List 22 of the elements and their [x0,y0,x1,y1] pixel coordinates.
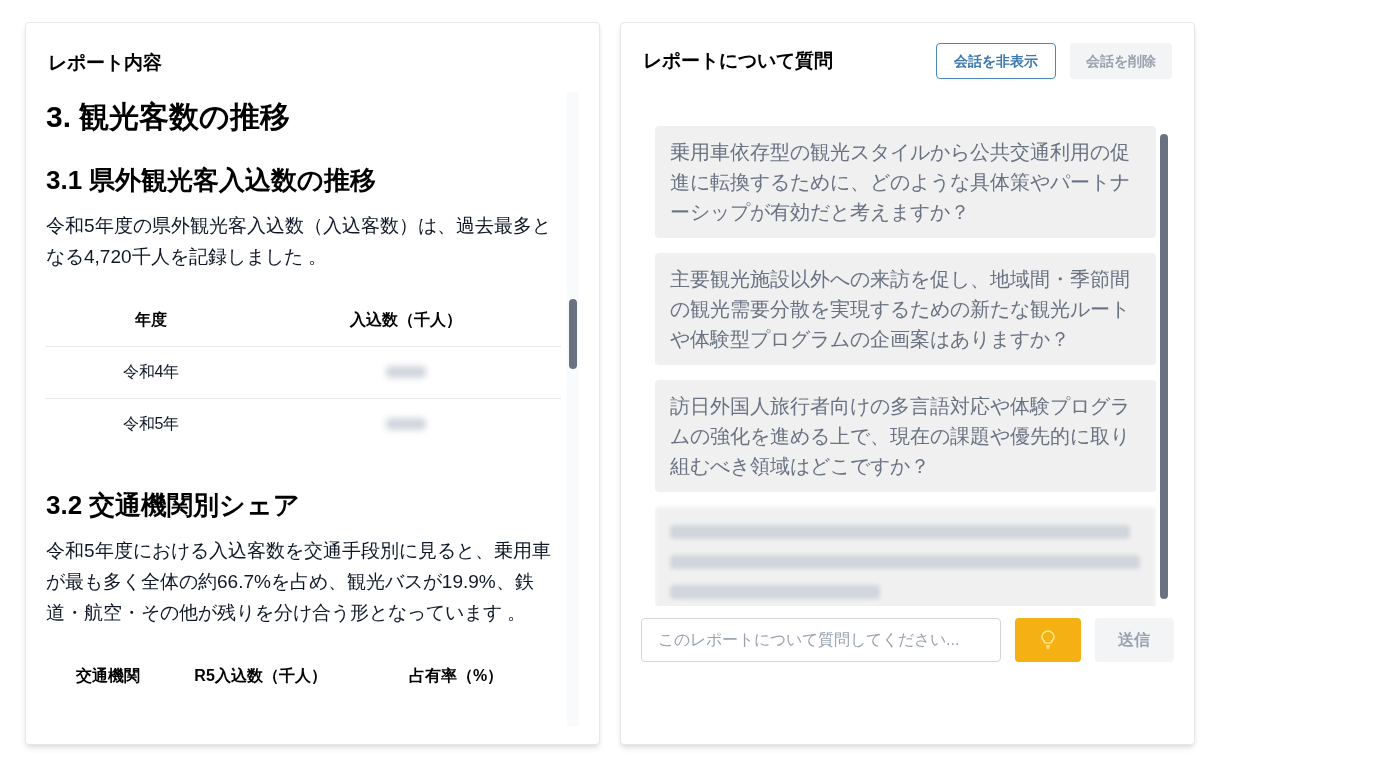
scrollbar-thumb[interactable] [1160,134,1168,599]
column-header: 入込数（千人） [350,310,462,328]
subsection-heading: 3.2 交通機関別シェア [46,488,302,522]
paragraph: 令和5年度における入込客数を交通手段別に見ると、乗用車が最も多く全体の約66.7%を占め、観光バスが19.9%、鉄道・航空・その他が残りを分け合う形となっています 。 [46,538,552,625]
panel-title: レポートについて質問 [643,48,834,73]
hide-chat-button[interactable]: 会話を非表示 [936,43,1056,79]
panel-title: レポート内容 [47,51,163,75]
column-header: 年度 [135,310,167,328]
column-header: 占有率（%） [408,666,504,684]
table-cell-text: 令和4年 [122,362,180,382]
scrollbar-thumb[interactable] [569,298,577,369]
lightbulb-button[interactable] [1014,618,1081,662]
paragraph: 令和5年度の県外観光客入込数（入込客数）は、過去最多となる4,720千人を記録しました 。 [46,213,552,269]
table-cell-text: 令和5年 [122,414,180,434]
section-heading: 3. 観光客数の推移 [46,98,292,135]
column-header: 交通機関 [76,666,140,684]
suggested-question[interactable]: 訪日外国人旅行者向けの多言語対応や体験プログラムの強化を進める上で、現在の課題や優先的に取り組むべき領域はどこですか？ [655,380,1156,492]
suggested-question[interactable]: 主要観光施設以外への来訪を促し、地域間・季節間の観光需要分散を実現するための新たな観光ルートや体験型プログラムの企画案はありますか？ [655,253,1156,365]
question-input[interactable]: このレポートについて質問してください... [641,618,1001,662]
subsection-heading: 3.1 県外観光客入込数の推移 [46,163,378,197]
column-header: R5入込数（千人） [194,666,327,684]
suggested-question[interactable]: 乗用車依存型の観光スタイルから公共交通利用の促進に転換するために、どのような具体策やパートナーシップが有効だと考えますか？ [655,126,1156,238]
